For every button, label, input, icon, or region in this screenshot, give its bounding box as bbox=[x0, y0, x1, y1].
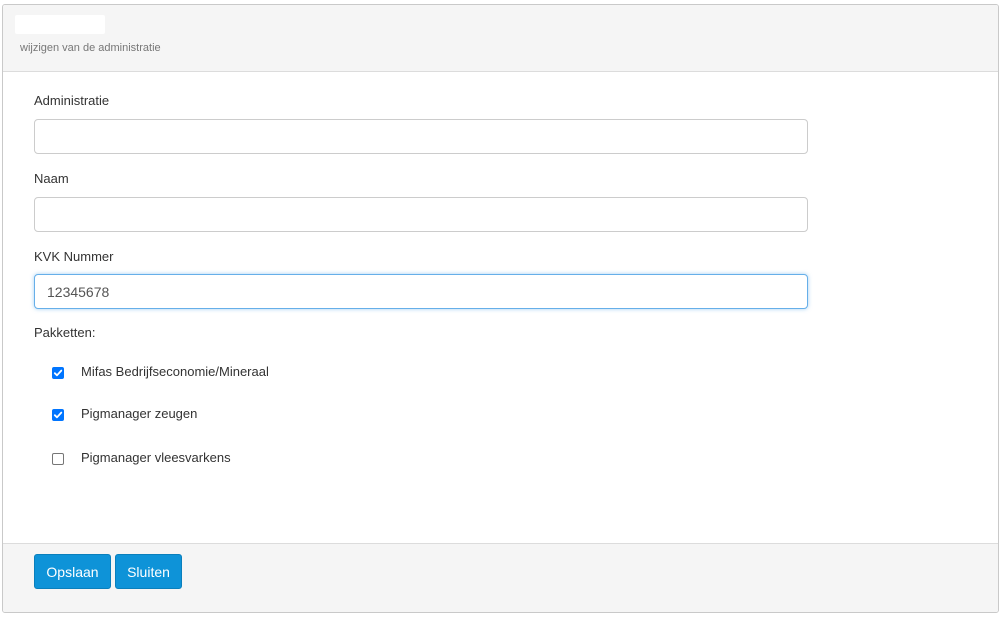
administratie-label: Administratie bbox=[34, 93, 110, 108]
close-button[interactable]: Sluiten bbox=[115, 554, 182, 589]
panel-title bbox=[15, 15, 105, 34]
package-option-mifas[interactable]: Mifas Bedrijfseconomie/Mineraal bbox=[52, 364, 269, 381]
panel-header: wijzigen van de administratie bbox=[3, 5, 998, 72]
checkbox-unchecked-icon[interactable] bbox=[52, 453, 64, 465]
panel-subtitle: wijzigen van de administratie bbox=[20, 42, 161, 54]
administratie-input[interactable] bbox=[34, 119, 808, 154]
kvk-label: KVK Nummer bbox=[34, 249, 114, 264]
package-option-pigmanager-zeugen[interactable]: Pigmanager zeugen bbox=[52, 406, 197, 423]
edit-administration-panel: wijzigen van de administratie Administra… bbox=[2, 4, 999, 613]
naam-label: Naam bbox=[34, 171, 69, 186]
package-option-label: Pigmanager zeugen bbox=[81, 406, 198, 421]
naam-input[interactable] bbox=[34, 197, 808, 232]
kvk-input[interactable] bbox=[34, 274, 808, 309]
panel-footer: Opslaan Sluiten bbox=[3, 543, 998, 612]
checkbox-checked-icon[interactable] bbox=[52, 409, 64, 421]
pakketten-label: Pakketten: bbox=[34, 325, 96, 340]
checkbox-checked-icon[interactable] bbox=[52, 367, 64, 379]
package-option-label: Pigmanager vleesvarkens bbox=[81, 450, 231, 465]
package-option-label: Mifas Bedrijfseconomie/Mineraal bbox=[81, 364, 269, 379]
package-option-pigmanager-vleesvarkens[interactable]: Pigmanager vleesvarkens bbox=[52, 450, 231, 467]
save-button[interactable]: Opslaan bbox=[34, 554, 111, 589]
